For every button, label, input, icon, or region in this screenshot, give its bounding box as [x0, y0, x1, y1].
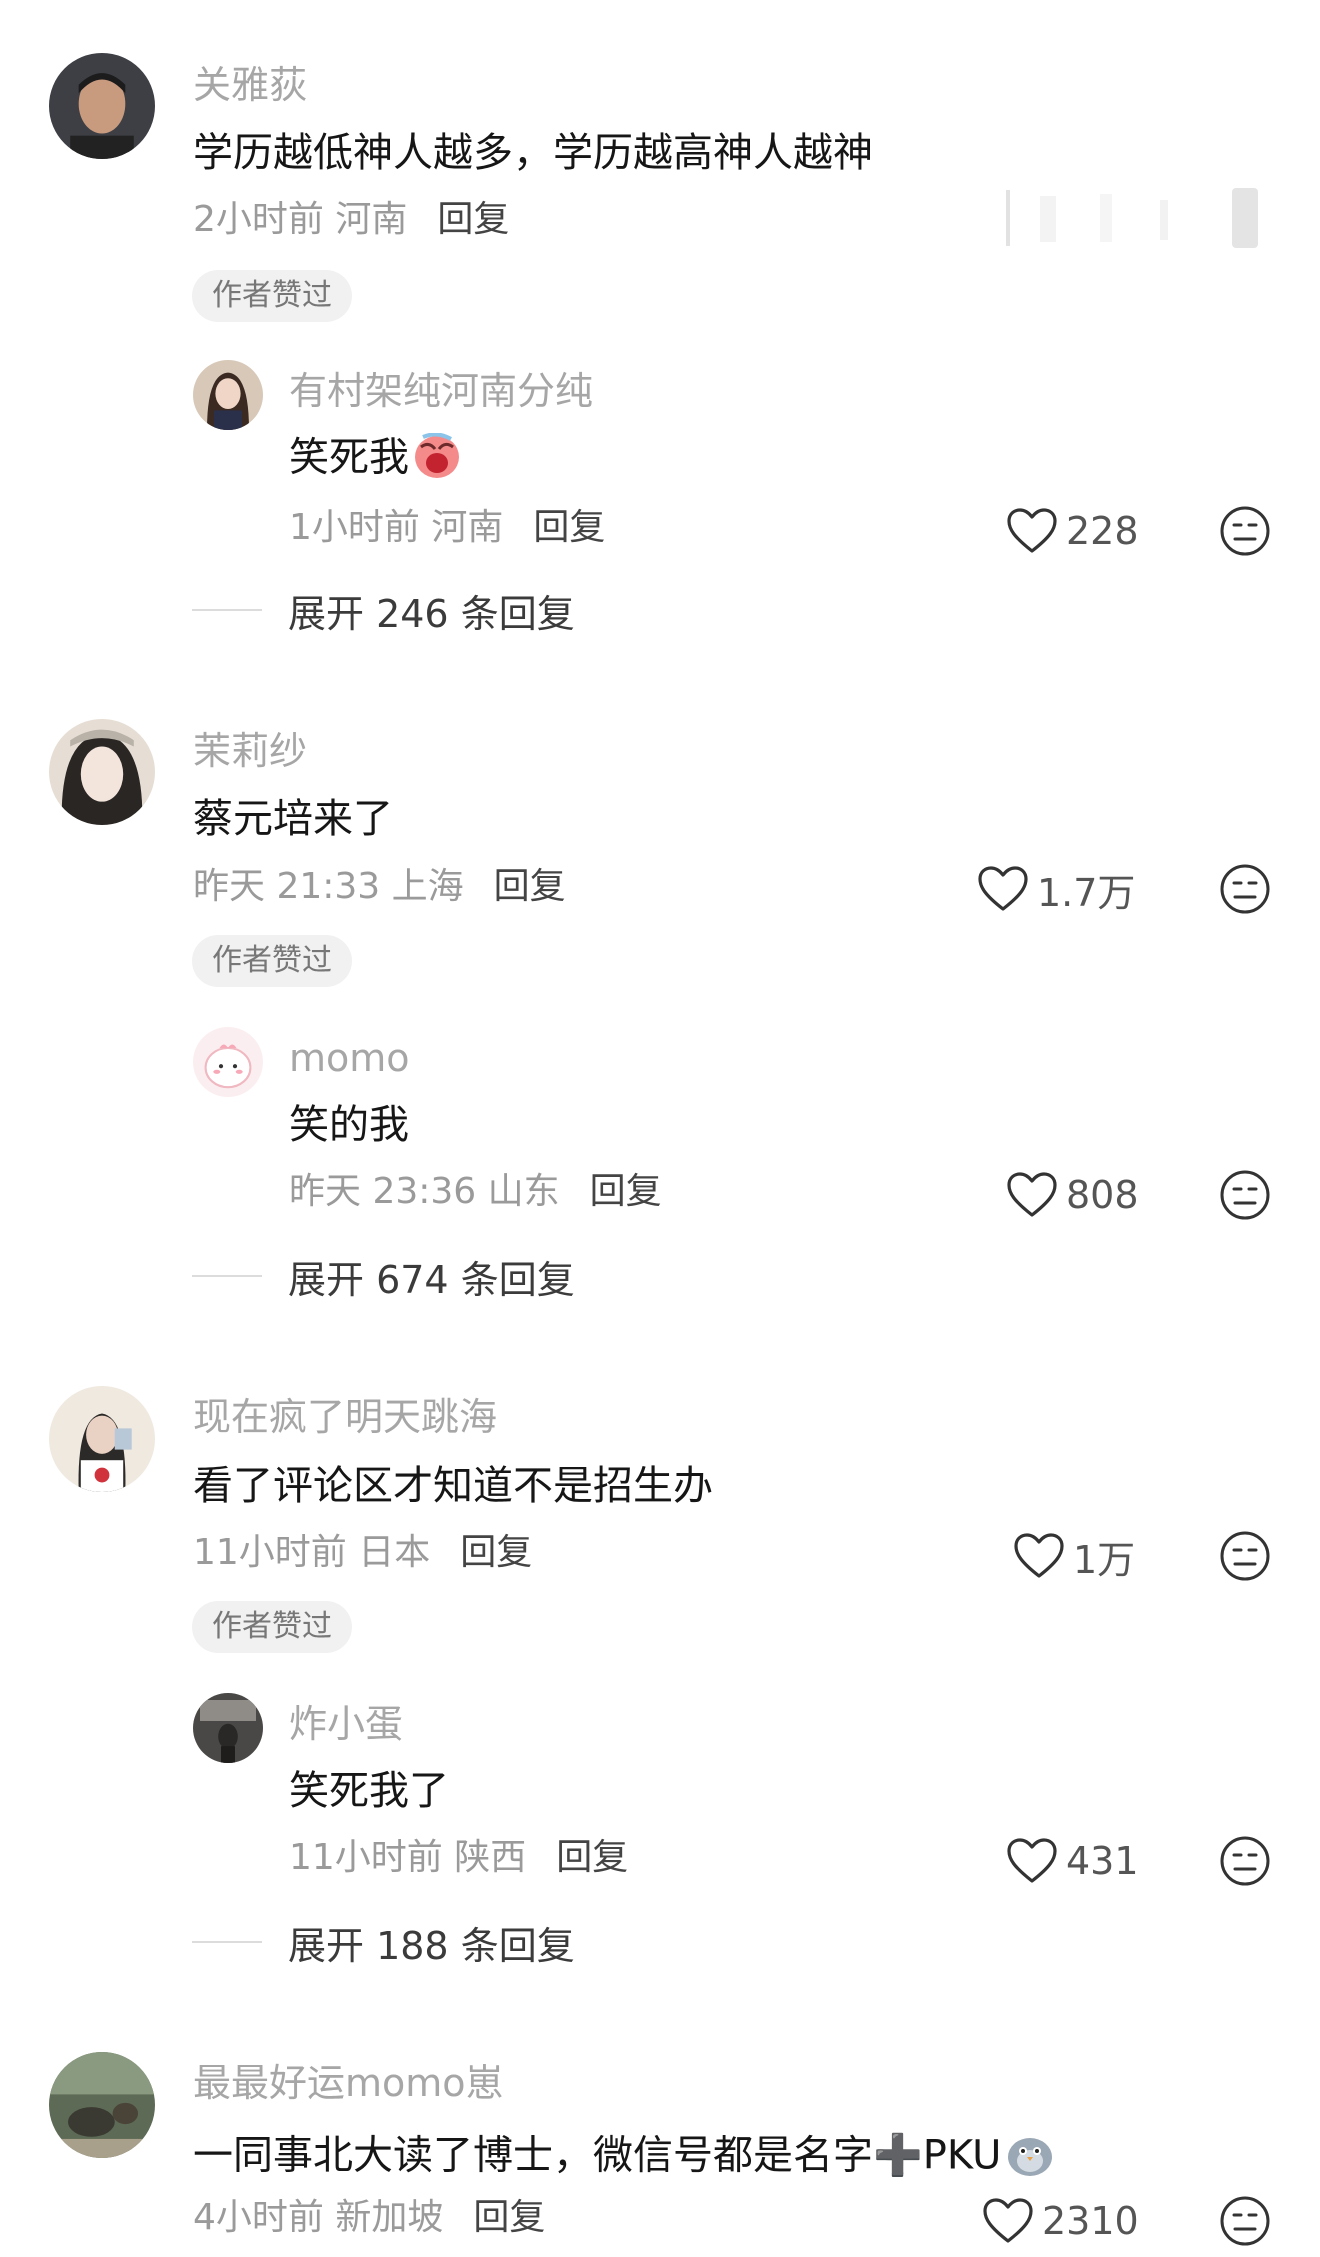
reply-button[interactable]: 回复 — [590, 1171, 662, 1212]
comment-text[interactable]: 看了评论区才知道不是招生办 — [193, 1466, 713, 1506]
avatar[interactable] — [193, 1027, 263, 1097]
expand-replies-button[interactable]: 展开 188 条回复 — [192, 1917, 575, 1968]
comment-time-location: 1小时前 河南 — [289, 507, 504, 548]
avatar[interactable] — [49, 1386, 155, 1492]
crying-face-emoji — [413, 432, 461, 486]
like-count: 228 — [1066, 509, 1139, 553]
comment-text-content: 一同事北大读了博士，微信号都是名字➕PKU — [193, 2132, 1002, 2179]
like-count: 1.7万 — [1037, 870, 1136, 915]
avatar[interactable] — [49, 2052, 155, 2158]
heart-outline-icon — [978, 866, 1028, 911]
comment-username[interactable]: 关雅荻 — [193, 66, 307, 104]
reply-button[interactable]: 回复 — [460, 1532, 532, 1573]
dislike-button[interactable] — [1219, 2195, 1271, 2247]
author-liked-badge: 作者赞过 — [192, 1601, 352, 1653]
comment-meta: 昨天 21:33 上海 回复 — [193, 869, 566, 905]
comment-meta: 2小时前 河南 回复 — [193, 202, 509, 238]
like-button[interactable]: 2310 — [982, 2196, 1139, 2246]
comment-time-location: 昨天 21:33 上海 — [193, 866, 464, 907]
comment-text[interactable]: 笑死我了 — [289, 1771, 449, 1811]
comment-username[interactable]: 有村架纯河南分纯 — [289, 372, 593, 410]
like-button[interactable]: 808 — [1006, 1170, 1139, 1220]
avatar[interactable] — [193, 360, 263, 430]
meh-face-icon — [1220, 506, 1270, 556]
comment-text[interactable]: 一同事北大读了博士，微信号都是名字➕PKU — [193, 2131, 1055, 2184]
reply-button[interactable]: 回复 — [556, 1837, 628, 1878]
comment-time-location: 11小时前 陕西 — [289, 1837, 527, 1878]
comment-meta: 11小时前 陕西 回复 — [289, 1840, 628, 1876]
meh-face-icon — [1220, 1836, 1270, 1886]
comment-time-location: 昨天 23:36 山东 — [289, 1171, 560, 1212]
avatar[interactable] — [49, 719, 155, 825]
reply-button[interactable]: 回复 — [437, 199, 509, 240]
comment-meta: 1小时前 河南 回复 — [289, 510, 605, 546]
pigeon-emoji — [1005, 2131, 1055, 2184]
comment-meta: 11小时前 日本 回复 — [193, 1535, 532, 1571]
comment-username[interactable]: 最最好运momo崽 — [193, 2064, 504, 2102]
dislike-button[interactable] — [1219, 1835, 1271, 1887]
comment-time-location: 2小时前 河南 — [193, 199, 408, 240]
like-count: 2310 — [1042, 2199, 1139, 2243]
avatar[interactable] — [193, 1693, 263, 1763]
like-button[interactable]: 1万 — [1013, 1531, 1136, 1582]
comment-username[interactable]: 现在疯了明天跳海 — [193, 1398, 497, 1436]
comment-username[interactable]: momo — [289, 1039, 410, 1077]
like-count: 431 — [1066, 1839, 1139, 1883]
meh-face-icon — [1220, 864, 1270, 914]
like-button[interactable]: 228 — [1006, 506, 1139, 556]
reply-button[interactable]: 回复 — [494, 866, 566, 907]
comment-text[interactable]: 笑的我 — [289, 1105, 409, 1145]
like-button[interactable]: 431 — [1006, 1836, 1139, 1886]
meh-face-icon — [1220, 1170, 1270, 1220]
dislike-button[interactable] — [1219, 505, 1271, 557]
comment-text[interactable]: 笑死我 — [289, 432, 461, 486]
dislike-button[interactable] — [1219, 1530, 1271, 1582]
expand-replies-button[interactable]: 展开 674 条回复 — [192, 1251, 575, 1302]
reply-button[interactable]: 回复 — [473, 2197, 545, 2238]
comment-text[interactable]: 学历越低神人越多，学历越高神人越神 — [193, 133, 873, 173]
divider — [192, 1941, 262, 1943]
heart-outline-icon — [1014, 1533, 1064, 1578]
comment-text-content: 笑死我 — [289, 434, 409, 481]
comment-time-location: 4小时前 新加坡 — [193, 2197, 444, 2238]
divider — [192, 1275, 262, 1277]
dislike-button[interactable] — [1219, 863, 1271, 915]
heart-outline-icon — [1007, 1172, 1057, 1217]
comment-text[interactable]: 蔡元培来了 — [193, 799, 393, 839]
meh-face-icon — [1220, 1531, 1270, 1581]
expand-replies-label: 展开 246 条回复 — [288, 591, 575, 636]
reply-button[interactable]: 回复 — [533, 507, 605, 548]
heart-outline-icon — [1007, 508, 1057, 553]
author-liked-badge: 作者赞过 — [192, 270, 352, 322]
meh-face-icon — [1220, 2196, 1270, 2246]
avatar[interactable] — [49, 53, 155, 159]
heart-outline-icon — [983, 2198, 1033, 2243]
comment-username[interactable]: 茉莉纱 — [193, 732, 307, 770]
comment-time-location: 11小时前 日本 — [193, 1532, 431, 1573]
expand-replies-label: 展开 188 条回复 — [288, 1923, 575, 1968]
comment-username[interactable]: 炸小蛋 — [289, 1705, 403, 1743]
like-count: 808 — [1066, 1173, 1139, 1217]
comment-meta: 昨天 23:36 山东 回复 — [289, 1174, 662, 1210]
comment-meta: 4小时前 新加坡 回复 — [193, 2200, 545, 2236]
dislike-button[interactable] — [1219, 1169, 1271, 1221]
expand-replies-label: 展开 674 条回复 — [288, 1257, 575, 1302]
expand-replies-button[interactable]: 展开 246 条回复 — [192, 585, 575, 636]
blurred-decoration — [1000, 186, 1270, 250]
like-count: 1万 — [1073, 1537, 1136, 1582]
author-liked-badge: 作者赞过 — [192, 935, 352, 987]
divider — [192, 609, 262, 611]
like-button[interactable]: 1.7万 — [977, 864, 1136, 915]
heart-outline-icon — [1007, 1838, 1057, 1883]
